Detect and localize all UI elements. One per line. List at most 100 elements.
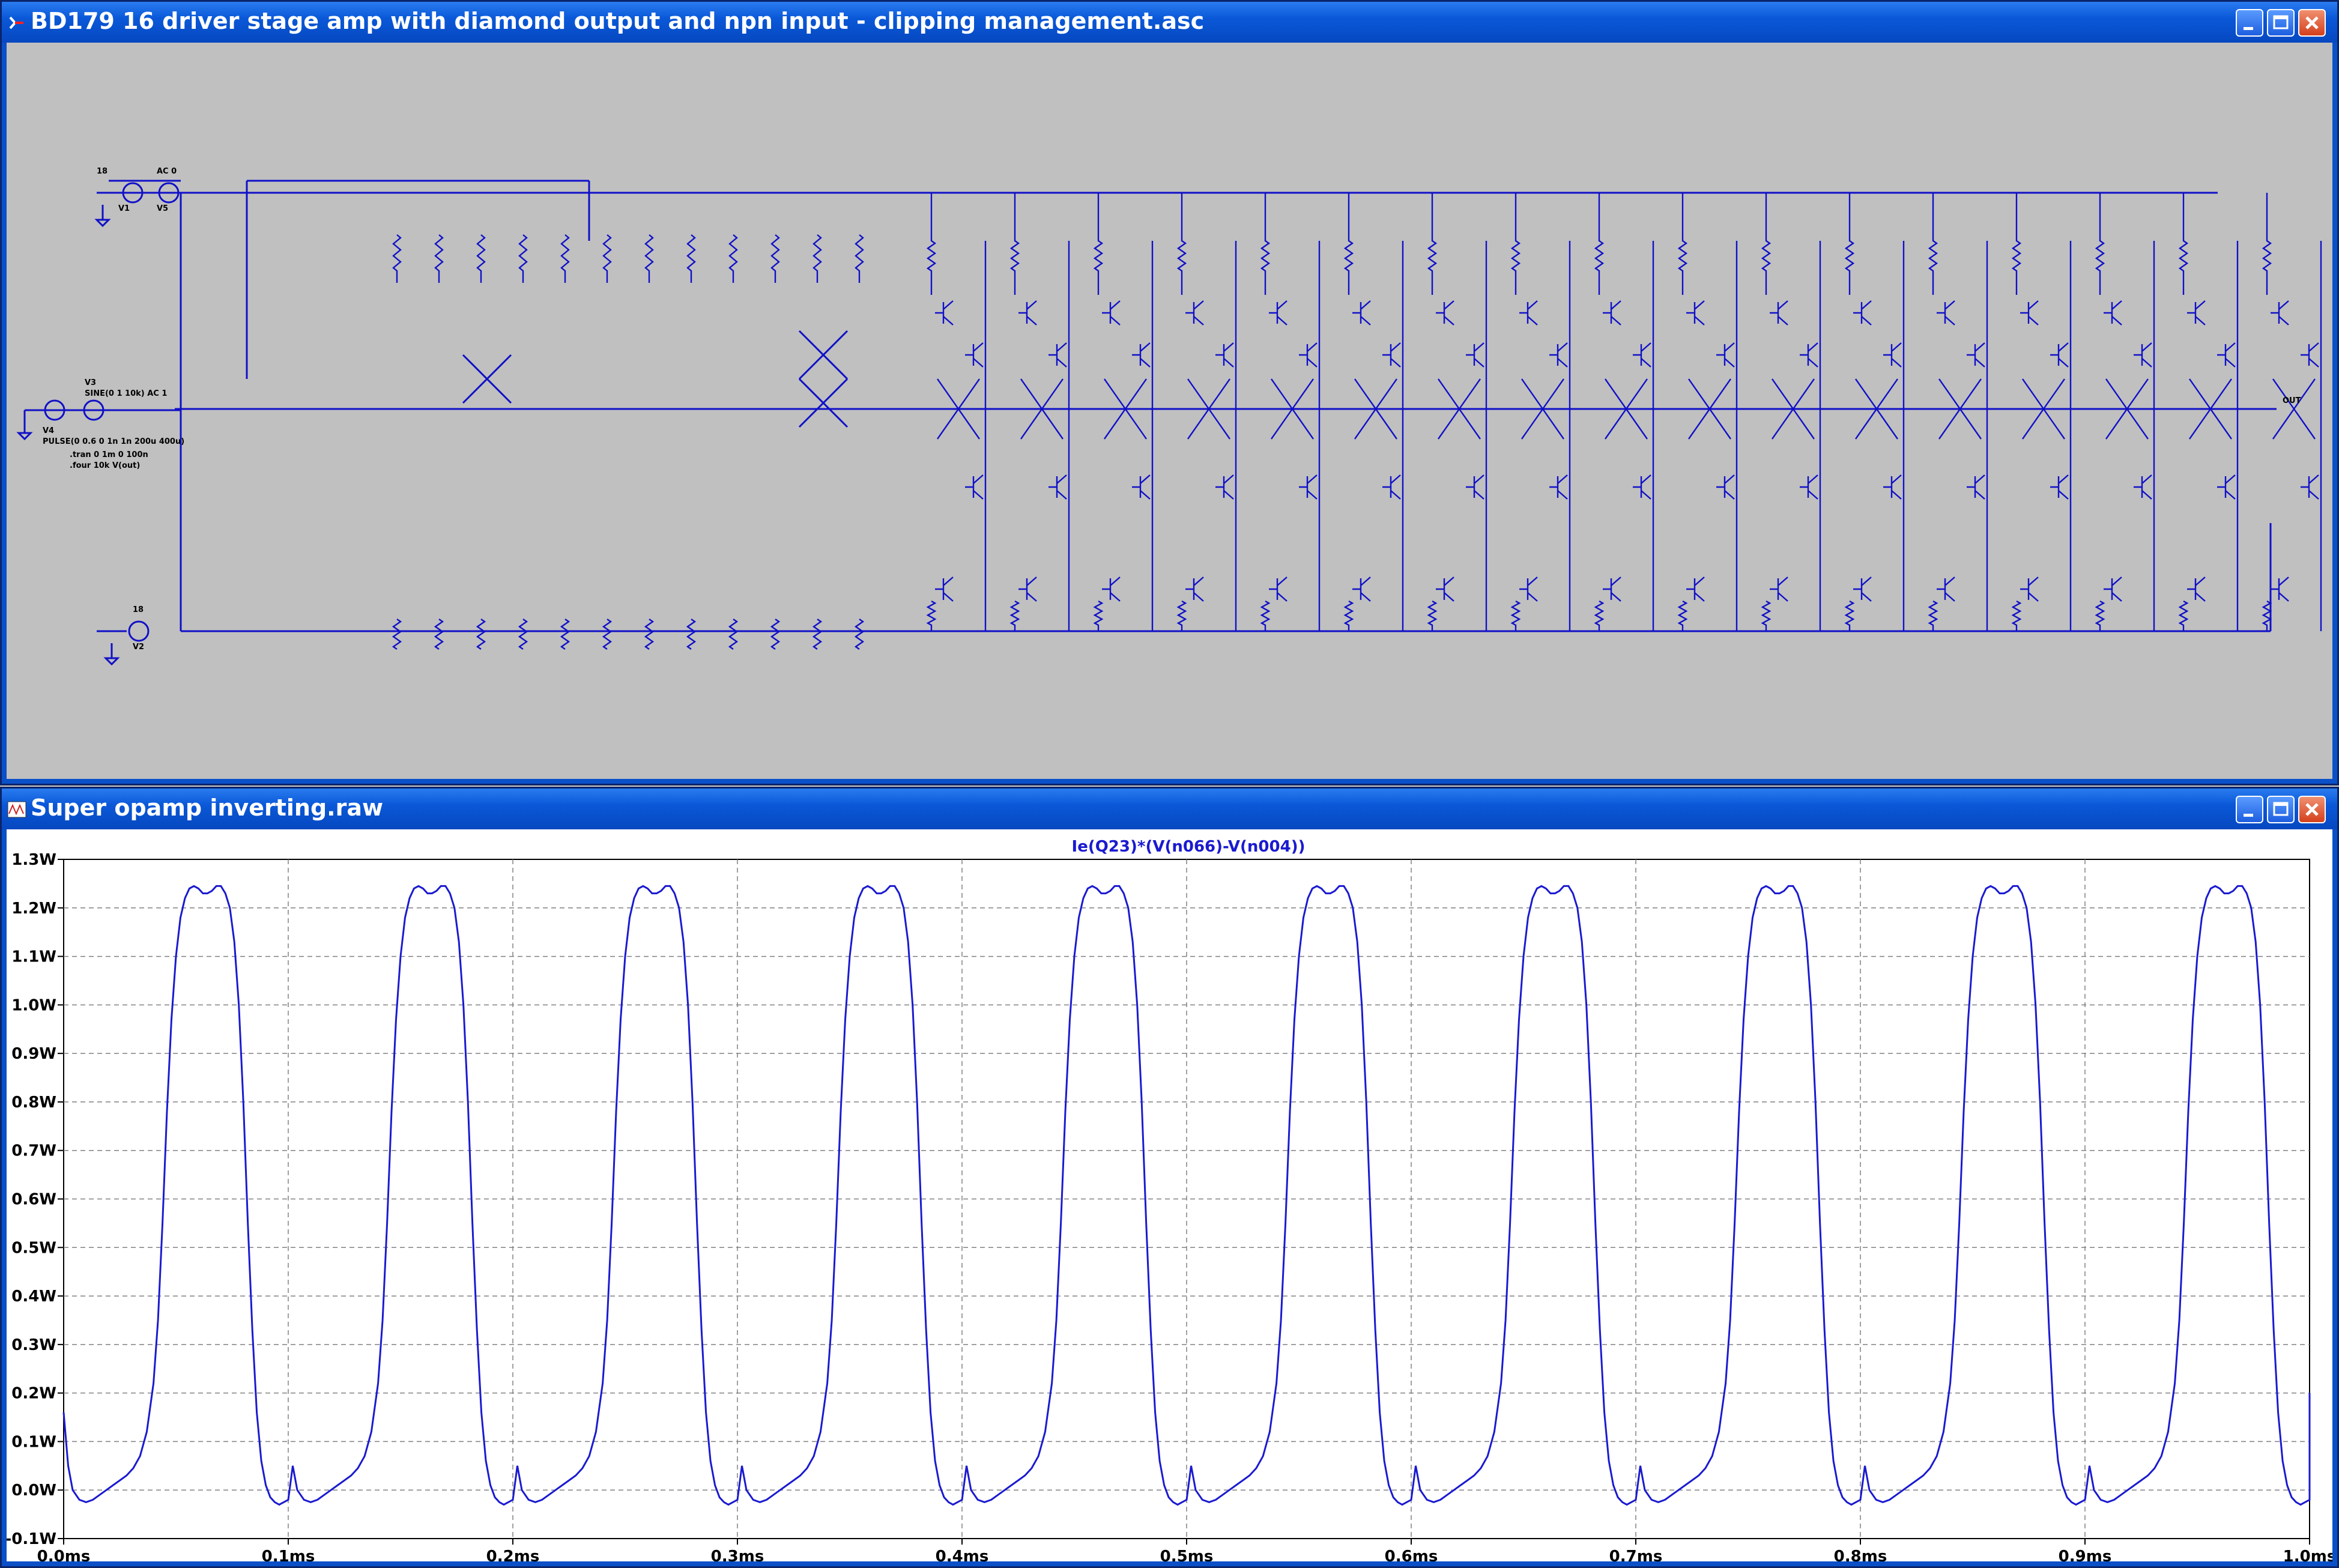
transistor[interactable] <box>1436 300 1454 325</box>
transistor[interactable] <box>1185 577 1204 602</box>
resistor[interactable] <box>1928 600 1938 631</box>
resistor[interactable] <box>728 234 738 283</box>
transistor[interactable] <box>965 474 984 500</box>
transistor[interactable] <box>1800 474 1818 500</box>
resistor[interactable] <box>1510 193 1521 295</box>
transistor[interactable] <box>1937 300 1955 325</box>
resistor[interactable] <box>1594 193 1605 295</box>
resistor[interactable] <box>770 234 780 283</box>
resistor[interactable] <box>476 234 486 283</box>
resistor[interactable] <box>686 619 697 650</box>
transistor[interactable] <box>1603 577 1621 602</box>
transistor[interactable] <box>2050 474 2069 500</box>
transistor[interactable] <box>1352 300 1371 325</box>
resistor[interactable] <box>854 619 865 650</box>
transistor[interactable] <box>1299 342 1318 368</box>
transistor[interactable] <box>1603 300 1621 325</box>
transistor[interactable] <box>2020 577 2039 602</box>
transistor[interactable] <box>1549 474 1568 500</box>
transistor[interactable] <box>1967 342 1985 368</box>
resistor[interactable] <box>1928 193 1938 295</box>
plot-titlebar[interactable]: Super opamp inverting.raw <box>2 789 2337 829</box>
transistor[interactable] <box>1269 577 1288 602</box>
transistor[interactable] <box>1132 342 1151 368</box>
transistor[interactable] <box>965 342 984 368</box>
resistor[interactable] <box>644 234 654 283</box>
transistor[interactable] <box>2271 577 2289 602</box>
resistor[interactable] <box>1176 600 1187 631</box>
plot-window[interactable]: Super opamp inverting.raw Ie(Q23)*(V(n06… <box>0 787 2339 1568</box>
transistor[interactable] <box>1853 300 1872 325</box>
transistor[interactable] <box>935 577 954 602</box>
transistor[interactable] <box>1132 474 1151 500</box>
transistor[interactable] <box>1716 342 1735 368</box>
transistor[interactable] <box>1633 474 1651 500</box>
schematic-drawing[interactable]: 18 V1 AC 0 V5 18 V2 V3 SINE(0 1 10k) AC … <box>7 43 2332 781</box>
transistor[interactable] <box>1102 577 1121 602</box>
resistor[interactable] <box>728 619 739 650</box>
resistor[interactable] <box>1093 193 1104 295</box>
resistor[interactable] <box>1761 600 1772 631</box>
resistor[interactable] <box>855 234 864 283</box>
resistor[interactable] <box>1009 600 1020 631</box>
transistor[interactable] <box>1018 300 1037 325</box>
transistor[interactable] <box>1770 300 1788 325</box>
transistor[interactable] <box>2134 474 2152 500</box>
transistor[interactable] <box>2050 342 2069 368</box>
resistor[interactable] <box>770 619 781 650</box>
maximize-button[interactable] <box>2267 796 2295 823</box>
transistor[interactable] <box>1967 474 1985 500</box>
transistor[interactable] <box>1352 577 1371 602</box>
close-button[interactable] <box>2298 9 2326 37</box>
transistor[interactable] <box>1269 300 1288 325</box>
resistor[interactable] <box>2178 193 2189 295</box>
resistor[interactable] <box>1009 193 1020 295</box>
transistor[interactable] <box>1185 300 1204 325</box>
transistor[interactable] <box>2187 300 2206 325</box>
transistor[interactable] <box>1215 474 1234 500</box>
resistor[interactable] <box>2178 600 2189 631</box>
resistor[interactable] <box>1844 600 1855 631</box>
schematic-canvas[interactable]: 18 V1 AC 0 V5 18 V2 V3 SINE(0 1 10k) AC … <box>7 43 2332 779</box>
schematic-window[interactable]: BD179 16 driver stage amp with diamond o… <box>0 0 2339 786</box>
transistor[interactable] <box>1633 342 1651 368</box>
voltage-source-v2[interactable] <box>128 620 150 642</box>
resistor[interactable] <box>644 619 655 650</box>
transistor[interactable] <box>1466 342 1484 368</box>
transistor[interactable] <box>1800 342 1818 368</box>
transistor[interactable] <box>1853 577 1872 602</box>
resistor[interactable] <box>2011 193 2022 295</box>
resistor[interactable] <box>560 234 570 283</box>
resistor[interactable] <box>2262 600 2272 631</box>
waveform-plot[interactable]: Ie(Q23)*(V(n066)-V(n004)) 0.0ms 0.1ms 0.2m… <box>5 829 2336 1566</box>
resistor[interactable] <box>2011 600 2022 631</box>
resistor[interactable] <box>2262 193 2272 295</box>
resistor[interactable] <box>1176 193 1187 295</box>
resistor[interactable] <box>476 619 486 650</box>
resistor[interactable] <box>1844 193 1855 295</box>
resistor[interactable] <box>2095 193 2105 295</box>
resistor[interactable] <box>518 619 528 650</box>
transistor[interactable] <box>2301 342 2319 368</box>
transistor[interactable] <box>1549 342 1568 368</box>
maximize-button[interactable] <box>2267 9 2295 37</box>
waveform-viewer[interactable]: Ie(Q23)*(V(n066)-V(n004)) 0.0ms 0.1ms 0.2m… <box>5 829 2336 1566</box>
schematic-titlebar[interactable]: BD179 16 driver stage amp with diamond o… <box>2 2 2337 43</box>
transistor[interactable] <box>1048 474 1067 500</box>
transistor[interactable] <box>1686 300 1705 325</box>
resistor[interactable] <box>1093 600 1104 631</box>
resistor[interactable] <box>1677 600 1688 631</box>
transistor[interactable] <box>1299 474 1318 500</box>
minimize-button[interactable] <box>2236 796 2263 823</box>
transistor[interactable] <box>1883 474 1902 500</box>
transistor[interactable] <box>2020 300 2039 325</box>
transistor[interactable] <box>1716 474 1735 500</box>
resistor[interactable] <box>602 619 613 650</box>
resistor[interactable] <box>518 234 528 283</box>
resistor[interactable] <box>1761 193 1772 295</box>
transistor[interactable] <box>1436 577 1454 602</box>
resistor[interactable] <box>926 600 937 631</box>
transistor[interactable] <box>1382 474 1401 500</box>
transistor[interactable] <box>1215 342 1234 368</box>
transistor[interactable] <box>2271 300 2289 325</box>
